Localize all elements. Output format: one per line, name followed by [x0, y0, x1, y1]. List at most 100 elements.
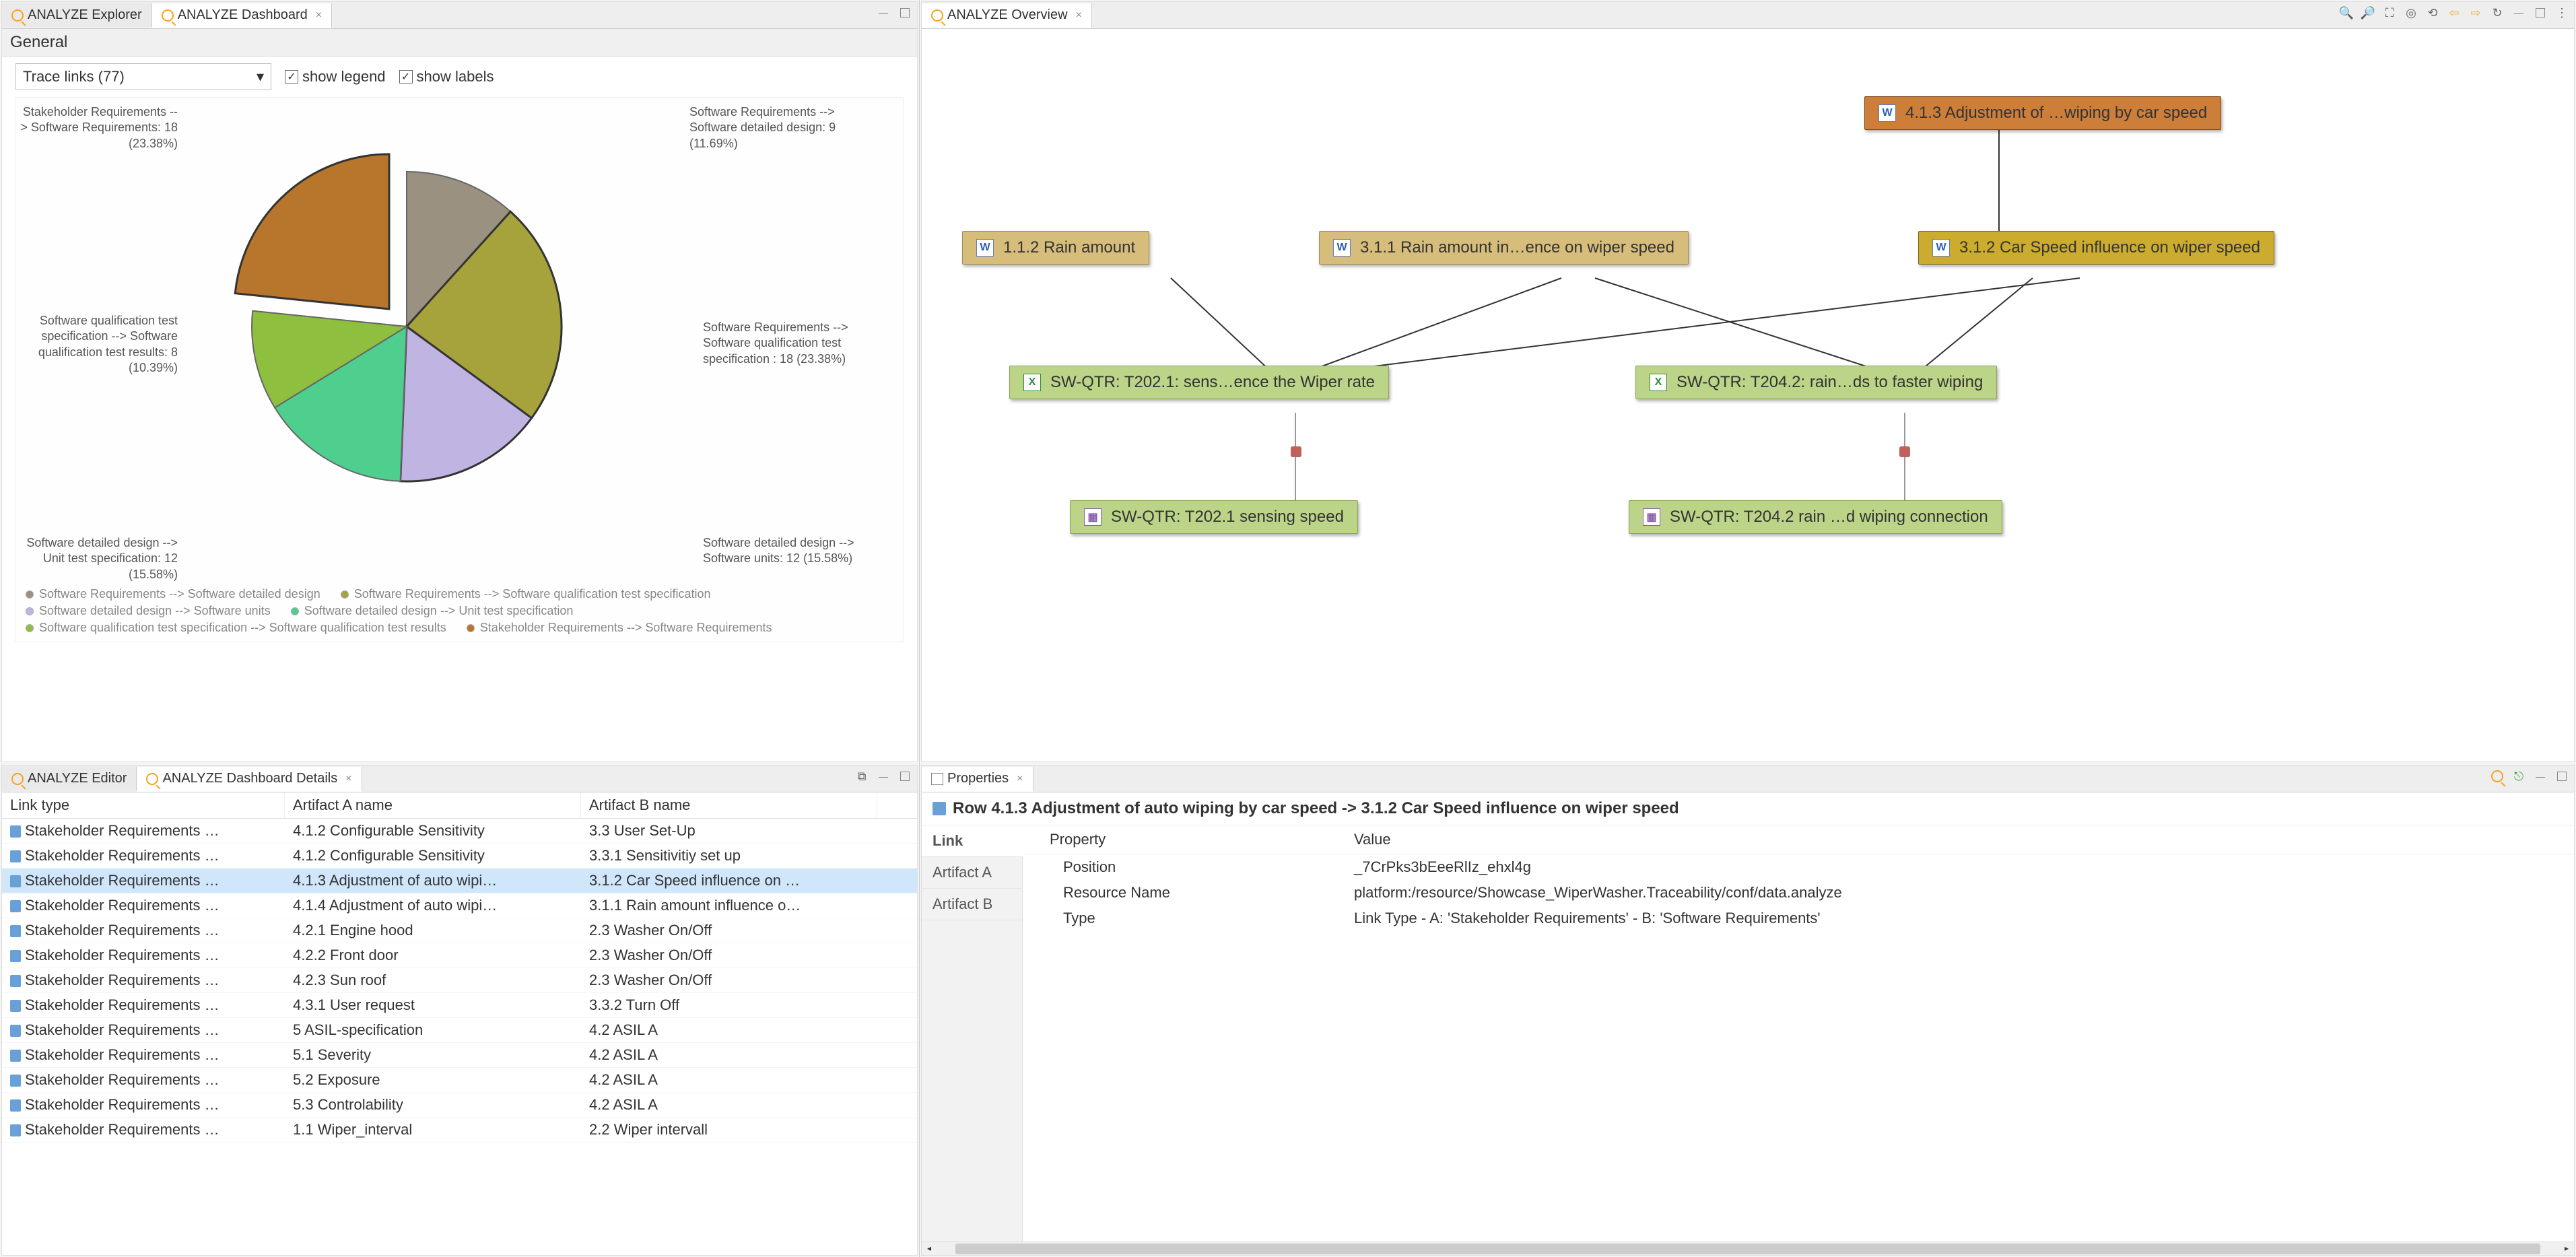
minimize-icon[interactable] — [875, 5, 891, 21]
overview-graph[interactable]: W 4.1.3 Adjustment of …wiping by car spe… — [922, 29, 2574, 761]
table-row[interactable]: Stakeholder Requirements …1.1 Wiper_inte… — [2, 1118, 917, 1143]
pie-label-sr-sdd: Software Requirements --> Software detai… — [689, 104, 851, 151]
refresh-icon[interactable]: ↻ — [2489, 5, 2505, 21]
pie-label-shr-sr: Stakeholder Requirements --> Software Re… — [16, 104, 178, 151]
tab-properties[interactable]: Properties × — [922, 767, 1033, 792]
pie-label-sqts-sqtr: Software qualification test specificatio… — [16, 313, 178, 376]
back-icon[interactable]: ⇦ — [2446, 5, 2462, 21]
tab-label: ANALYZE Dashboard Details — [162, 771, 337, 786]
document-icon — [10, 975, 21, 987]
property-row[interactable]: TypeLink Type - A: 'Stakeholder Requirem… — [1023, 906, 2574, 931]
zoom-reset-icon[interactable]: ⟲ — [2425, 5, 2441, 21]
minimize-icon[interactable] — [875, 768, 891, 784]
close-icon[interactable]: × — [1017, 773, 1023, 785]
trace-links-dropdown[interactable]: Trace links (77) ▾ — [15, 63, 271, 90]
close-icon[interactable]: × — [345, 773, 351, 785]
maximize-icon[interactable] — [897, 5, 913, 21]
excel-icon: X — [1023, 374, 1041, 391]
legend-item: Software qualification test specificatio… — [26, 621, 446, 635]
prop-tab-link[interactable]: Link — [922, 825, 1023, 857]
property-row[interactable]: Resource Nameplatform:/resource/Showcase… — [1023, 880, 2574, 906]
document-icon — [10, 1050, 21, 1062]
document-icon — [10, 950, 21, 962]
tab-analyze-editor[interactable]: ANALYZE Editor — [2, 767, 137, 790]
tab-label: ANALYZE Explorer — [28, 7, 142, 23]
col-artifact-a[interactable]: Artifact A name — [285, 792, 581, 818]
zoom-fit-icon[interactable]: ⛶ — [2381, 5, 2398, 21]
minimize-icon[interactable] — [2532, 768, 2548, 784]
document-icon — [10, 1075, 21, 1087]
table-row[interactable]: Stakeholder Requirements …5.2 Exposure4.… — [2, 1068, 917, 1093]
table-row[interactable]: Stakeholder Requirements …4.1.4 Adjustme… — [2, 893, 917, 918]
scroll-right-icon[interactable]: ▸ — [2565, 1244, 2569, 1253]
node-qtr-t204-2[interactable]: X SW-QTR: T204.2: rain…ds to faster wipi… — [1635, 366, 1997, 399]
magnifier-icon — [162, 9, 174, 22]
table-row[interactable]: Stakeholder Requirements …5.1 Severity4.… — [2, 1043, 917, 1068]
node-adjustment[interactable]: W 4.1.3 Adjustment of …wiping by car spe… — [1864, 96, 2221, 130]
prop-tab-artifact-b[interactable]: Artifact B — [922, 889, 1022, 920]
table-row[interactable]: Stakeholder Requirements …4.1.2 Configur… — [2, 819, 917, 844]
checkbox-checked-icon: ✓ — [399, 70, 413, 83]
table-row[interactable]: Stakeholder Requirements …4.1.2 Configur… — [2, 844, 917, 869]
zoom-100-icon[interactable]: ◎ — [2403, 5, 2419, 21]
tab-analyze-dashboard-details[interactable]: ANALYZE Dashboard Details × — [137, 767, 362, 792]
maximize-icon[interactable] — [2532, 5, 2548, 21]
pie-label-sdd-uts: Software detailed design --> Unit test s… — [16, 535, 178, 582]
zoom-out-icon[interactable]: 🔎 — [2360, 5, 2376, 21]
table-row[interactable]: Stakeholder Requirements …4.3.1 User req… — [2, 993, 917, 1018]
pie-chart: Stakeholder Requirements --> Software Re… — [15, 97, 904, 642]
word-icon: W — [1878, 104, 1896, 122]
table-row[interactable]: Stakeholder Requirements …4.1.3 Adjustme… — [2, 869, 917, 893]
copy-icon[interactable]: ⧉ — [854, 768, 870, 784]
marker-icon — [1291, 446, 1301, 457]
properties-title-text: Row 4.1.3 Adjustment of auto wiping by c… — [953, 799, 1679, 818]
node-label: SW-QTR: T202.1: sens…ence the Wiper rate — [1050, 373, 1375, 392]
forward-icon[interactable]: ⇨ — [2468, 5, 2484, 21]
tab-analyze-overview[interactable]: ANALYZE Overview × — [922, 3, 1092, 28]
node-label: SW-QTR: T204.2: rain…ds to faster wiping — [1676, 373, 1983, 392]
pin-icon[interactable]: ⎋ — [2511, 768, 2527, 784]
document-icon — [10, 1025, 21, 1037]
tab-analyze-dashboard[interactable]: ANALYZE Dashboard × — [152, 3, 332, 28]
zoom-in-icon[interactable]: 🔍 — [2338, 5, 2354, 21]
property-row[interactable]: Position_7CrPks3bEeeRlIz_ehxl4g — [1023, 854, 2574, 880]
word-icon: W — [976, 239, 994, 257]
table-row[interactable]: Stakeholder Requirements …5.3 Controlabi… — [2, 1093, 917, 1118]
maximize-icon[interactable] — [897, 768, 913, 784]
scroll-left-icon[interactable]: ◂ — [927, 1244, 931, 1253]
col-artifact-b[interactable]: Artifact B name — [581, 792, 877, 818]
maximize-icon[interactable] — [2554, 768, 2570, 784]
col-link-type[interactable]: Link type — [2, 792, 285, 818]
marker-icon — [1899, 446, 1910, 457]
minimize-icon[interactable] — [2511, 5, 2527, 21]
magnifier-icon — [931, 9, 943, 22]
close-icon[interactable]: × — [1076, 9, 1082, 22]
show-labels-checkbox[interactable]: ✓ show labels — [399, 68, 494, 86]
node-qtr-t204-2-conn[interactable]: ▦ SW-QTR: T204.2 rain …d wiping connecti… — [1629, 500, 2002, 534]
col-property: Property — [1023, 825, 1346, 854]
close-icon[interactable]: × — [316, 9, 322, 22]
node-rain-amount[interactable]: W 1.1.2 Rain amount — [962, 231, 1149, 265]
node-qtr-t202-1[interactable]: X SW-QTR: T202.1: sens…ence the Wiper ra… — [1009, 366, 1389, 399]
menu-icon[interactable]: ⋮ — [2554, 5, 2570, 21]
search-icon[interactable] — [2489, 768, 2505, 784]
document-icon — [10, 850, 21, 862]
node-rain-influence[interactable]: W 3.1.1 Rain amount in…ence on wiper spe… — [1319, 231, 1689, 265]
node-car-speed[interactable]: W 3.1.2 Car Speed influence on wiper spe… — [1918, 231, 2274, 265]
show-legend-checkbox[interactable]: ✓ show legend — [285, 68, 386, 86]
scrollbar-thumb[interactable] — [955, 1244, 2540, 1254]
table-row[interactable]: Stakeholder Requirements …4.2.2 Front do… — [2, 943, 917, 968]
col-value: Value — [1346, 825, 2574, 854]
checkbox-checked-icon: ✓ — [285, 70, 298, 83]
table-row[interactable]: Stakeholder Requirements …5 ASIL-specifi… — [2, 1018, 917, 1043]
horizontal-scrollbar[interactable]: ◂ ▸ — [922, 1242, 2574, 1255]
tab-analyze-explorer[interactable]: ANALYZE Explorer — [2, 3, 152, 27]
table-row[interactable]: Stakeholder Requirements …4.2.3 Sun roof… — [2, 968, 917, 993]
table-row[interactable]: Stakeholder Requirements …4.2.1 Engine h… — [2, 918, 917, 943]
word-icon: W — [1333, 239, 1351, 257]
prop-tab-artifact-a[interactable]: Artifact A — [922, 857, 1022, 889]
node-qtr-t202-1-sensing[interactable]: ▦ SW-QTR: T202.1 sensing speed — [1070, 500, 1358, 534]
document-icon — [10, 1124, 21, 1136]
node-label: 3.1.2 Car Speed influence on wiper speed — [1959, 238, 2260, 257]
legend-item: Software detailed design --> Unit test s… — [291, 604, 574, 618]
